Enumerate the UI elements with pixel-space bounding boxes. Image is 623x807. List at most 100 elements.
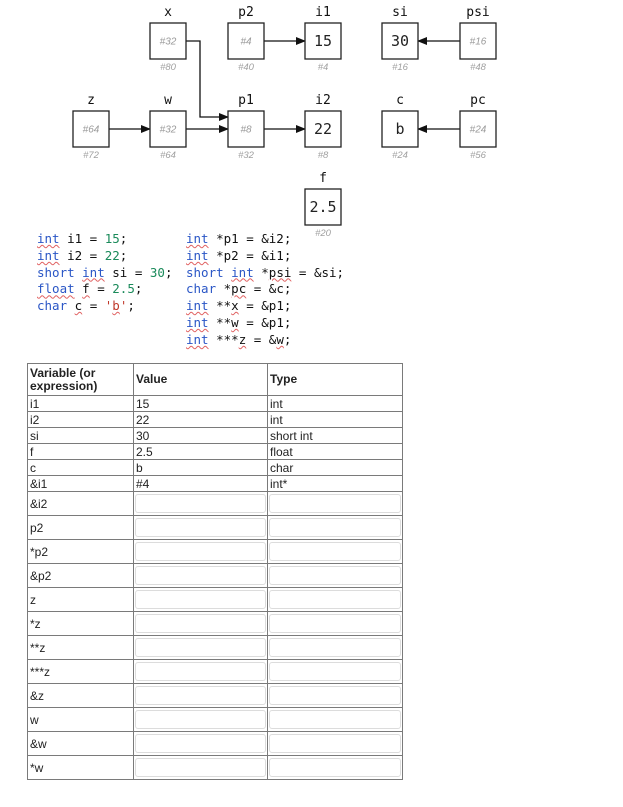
code-token: *p2 = &i1; xyxy=(208,247,292,263)
value-input[interactable] xyxy=(135,710,266,729)
cell-value xyxy=(133,563,268,588)
type-input[interactable] xyxy=(269,590,401,609)
cell-value: #4 xyxy=(133,475,268,492)
cell-value xyxy=(133,659,268,684)
value-input[interactable] xyxy=(135,686,266,705)
cell-variable: *p2 xyxy=(27,539,134,564)
box-address: #4 xyxy=(318,62,329,73)
type-input[interactable] xyxy=(269,710,401,729)
code-token: float xyxy=(37,281,75,297)
header-value: Value xyxy=(133,363,268,396)
memory-box-x: x #32 #80 xyxy=(149,5,187,73)
memory-box-w: w #32 #64 xyxy=(149,93,187,161)
variable-declaration-line: short int si = 30; xyxy=(37,265,172,282)
code-token: short xyxy=(37,264,83,280)
code-token: psi xyxy=(268,264,292,280)
box-variable-name: f xyxy=(319,171,327,186)
code-token: ; xyxy=(127,298,135,314)
code-token: = &p1; xyxy=(238,298,292,314)
cell-value: 30 xyxy=(133,427,268,444)
pointer-declaration-line: int *p2 = &i1; xyxy=(186,248,344,265)
value-input[interactable] xyxy=(135,734,266,753)
type-input[interactable] xyxy=(269,662,401,681)
table-row: &i2 xyxy=(27,491,403,516)
table-row: *z xyxy=(27,611,403,636)
cell-variable: w xyxy=(27,707,134,732)
type-input[interactable] xyxy=(269,566,401,585)
box-variable-name: x xyxy=(164,5,172,20)
code-token: 2.5 xyxy=(112,281,135,297)
code-token: char xyxy=(186,281,217,297)
type-input[interactable] xyxy=(269,638,401,657)
code-token: int xyxy=(82,264,105,280)
cell-value xyxy=(133,635,268,660)
table-row: *w xyxy=(27,755,403,780)
memory-box-i1: i1 15 #4 xyxy=(304,5,342,73)
box-content: #64 xyxy=(83,125,100,136)
pointer-declaration-line: char *pc = &c; xyxy=(186,281,344,298)
cell-type: char xyxy=(267,459,403,476)
cell-type xyxy=(267,563,403,588)
type-input[interactable] xyxy=(269,686,401,705)
box-address: #40 xyxy=(238,62,255,73)
cell-value xyxy=(133,707,268,732)
table-row: &w xyxy=(27,731,403,756)
box-variable-name: i2 xyxy=(315,93,331,108)
code-token: * xyxy=(253,264,269,280)
value-input[interactable] xyxy=(135,566,266,585)
code-token: int xyxy=(231,264,254,280)
type-input[interactable] xyxy=(269,614,401,633)
type-input[interactable] xyxy=(269,494,401,513)
header-variable: Variable (or expression) xyxy=(27,363,134,396)
pointer-declaration-line: short int *psi = &si; xyxy=(186,265,344,282)
cell-type: float xyxy=(267,443,403,460)
value-input[interactable] xyxy=(135,542,266,561)
memory-box-p1: p1 #8 #32 xyxy=(227,93,265,161)
box-variable-name: pc xyxy=(470,93,486,108)
cell-variable: c xyxy=(27,459,134,476)
value-input[interactable] xyxy=(135,638,266,657)
box-variable-name: z xyxy=(87,93,95,108)
variable-declaration-line: int i2 = 22; xyxy=(37,248,172,265)
cell-variable: &i2 xyxy=(27,491,134,516)
code-token: b xyxy=(112,298,120,314)
variable-table: Variable (or expression) Value Type i1 15… xyxy=(27,363,403,780)
value-input[interactable] xyxy=(135,518,266,537)
type-input[interactable] xyxy=(269,758,401,777)
value-input[interactable] xyxy=(135,494,266,513)
cell-variable: p2 xyxy=(27,515,134,540)
value-input[interactable] xyxy=(135,758,266,777)
cell-type xyxy=(267,611,403,636)
cell-variable: &w xyxy=(27,731,134,756)
cell-type xyxy=(267,539,403,564)
table-header-row: Variable (or expression) Value Type xyxy=(27,363,403,396)
code-token: int xyxy=(186,298,209,314)
value-input[interactable] xyxy=(135,662,266,681)
code-token: ; xyxy=(164,264,173,280)
cell-value xyxy=(133,755,268,780)
value-input[interactable] xyxy=(135,614,266,633)
pointer-declaration-line: int **w = &p1; xyxy=(186,315,344,332)
variable-declaration-line: float f = 2.5; xyxy=(37,281,172,298)
code-token: int xyxy=(186,331,209,347)
value-input[interactable] xyxy=(135,590,266,609)
code-token: short xyxy=(186,264,232,280)
code-token: ** xyxy=(208,314,232,330)
cell-variable: **z xyxy=(27,635,134,660)
table-row: i2 22 int xyxy=(27,411,403,428)
box-address: #80 xyxy=(160,62,177,73)
code-token: = &c; xyxy=(246,281,292,297)
cell-type: short int xyxy=(267,427,403,444)
type-input[interactable] xyxy=(269,734,401,753)
box-address: #64 xyxy=(160,150,176,161)
code-token: ; xyxy=(134,281,143,297)
code-token: pc xyxy=(231,281,247,297)
code-token: f xyxy=(82,281,90,297)
cell-variable: *z xyxy=(27,611,134,636)
memory-boxes: x #32 #80 p2 #4 #40 i1 15 #4 si 30 #16 psi #16 #48 z #64… xyxy=(72,5,497,239)
type-input[interactable] xyxy=(269,542,401,561)
cell-type xyxy=(267,659,403,684)
code-token: si = xyxy=(104,264,150,280)
cell-variable: si xyxy=(27,427,134,444)
type-input[interactable] xyxy=(269,518,401,537)
